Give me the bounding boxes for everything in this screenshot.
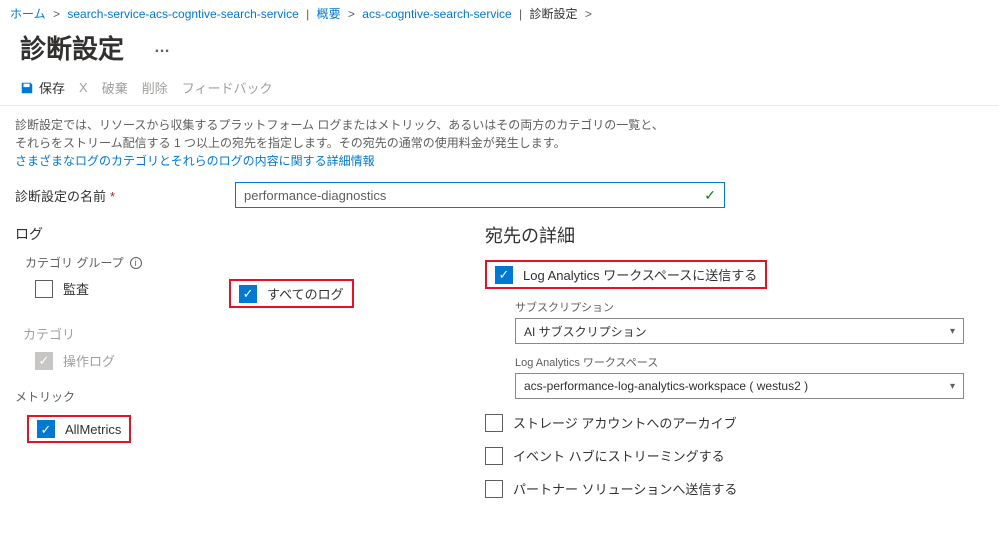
valid-check-icon: ✓ <box>704 187 716 204</box>
category-label: カテゴリ <box>23 324 445 343</box>
all-logs-label: すべてのログ <box>267 284 344 303</box>
archive-storage-checkbox[interactable] <box>485 414 503 432</box>
diag-name-input[interactable]: performance-diagnostics ✓ <box>235 182 725 208</box>
discard-button[interactable]: 破棄 <box>102 78 128 97</box>
breadcrumb-sep: > <box>49 7 64 21</box>
close-button[interactable]: X <box>79 80 88 95</box>
send-to-la-label: Log Analytics ワークスペースに送信する <box>523 265 757 284</box>
metrics-heading: メトリック <box>15 388 445 405</box>
delete-button[interactable]: 削除 <box>142 78 168 97</box>
all-logs-highlight: すべてのログ <box>229 279 354 308</box>
audit-label: 監査 <box>63 279 89 298</box>
save-button[interactable]: 保存 <box>20 78 65 97</box>
more-menu-icon[interactable]: … <box>154 39 172 57</box>
page-title-bar: 診断設定 … <box>0 25 999 72</box>
diag-name-label: 診断設定の名前* <box>15 186 215 205</box>
operation-log-checkbox <box>35 352 53 370</box>
toolbar: 保存 X 破棄 削除 フィードバック <box>0 72 999 106</box>
breadcrumb-home[interactable]: ホーム <box>10 7 46 21</box>
stream-eventhub-checkbox[interactable] <box>485 447 503 465</box>
send-la-highlight: Log Analytics ワークスペースに送信する <box>485 260 767 289</box>
breadcrumb-service[interactable]: search-service-acs-cogntive-search-servi… <box>67 7 298 21</box>
diag-name-row: 診断設定の名前* performance-diagnostics ✓ <box>0 176 999 214</box>
page-title: 診断設定 <box>20 29 124 66</box>
archive-storage-label: ストレージ アカウントへのアーカイブ <box>513 413 737 432</box>
stream-eventhub-label: イベント ハブにストリーミングする <box>513 446 725 465</box>
workspace-select[interactable]: acs-performance-log-analytics-workspace … <box>515 373 964 399</box>
subscription-select[interactable]: AI サブスクリプション ▾ <box>515 318 964 344</box>
breadcrumb-overview[interactable]: 概要 <box>317 7 341 21</box>
chevron-down-icon: ▾ <box>950 326 955 337</box>
send-partner-label: パートナー ソリューションへ送信する <box>513 479 737 498</box>
breadcrumb-service2[interactable]: acs-cogntive-search-service <box>362 7 511 21</box>
all-logs-checkbox[interactable] <box>239 285 257 303</box>
all-metrics-label: AllMetrics <box>65 422 121 437</box>
breadcrumb-current: 診断設定 <box>529 7 577 21</box>
send-partner-checkbox[interactable] <box>485 480 503 498</box>
send-to-la-checkbox[interactable] <box>495 266 513 284</box>
feedback-button[interactable]: フィードバック <box>182 78 273 97</box>
category-groups-label: カテゴリ グループ i <box>25 254 445 271</box>
audit-checkbox[interactable] <box>35 280 53 298</box>
chevron-down-icon: ▾ <box>950 381 955 392</box>
logs-heading: ログ <box>15 224 445 244</box>
info-icon[interactable]: i <box>130 257 142 269</box>
destination-heading: 宛先の詳細 <box>485 222 984 248</box>
breadcrumb: ホーム > search-service-acs-cogntive-search… <box>0 0 999 25</box>
subscription-label: サブスクリプション <box>515 299 984 315</box>
help-text: 診断設定では、リソースから収集するプラットフォーム ログまたはメトリック、あるい… <box>0 106 999 176</box>
operation-log-label: 操作ログ <box>63 351 115 370</box>
all-metrics-highlight: AllMetrics <box>27 415 131 443</box>
save-icon <box>20 81 34 95</box>
workspace-label: Log Analytics ワークスペース <box>515 354 984 370</box>
all-metrics-checkbox[interactable] <box>37 420 55 438</box>
learn-more-link[interactable]: さまざまなログのカテゴリとそれらのログの内容に関する詳細情報 <box>15 154 375 168</box>
